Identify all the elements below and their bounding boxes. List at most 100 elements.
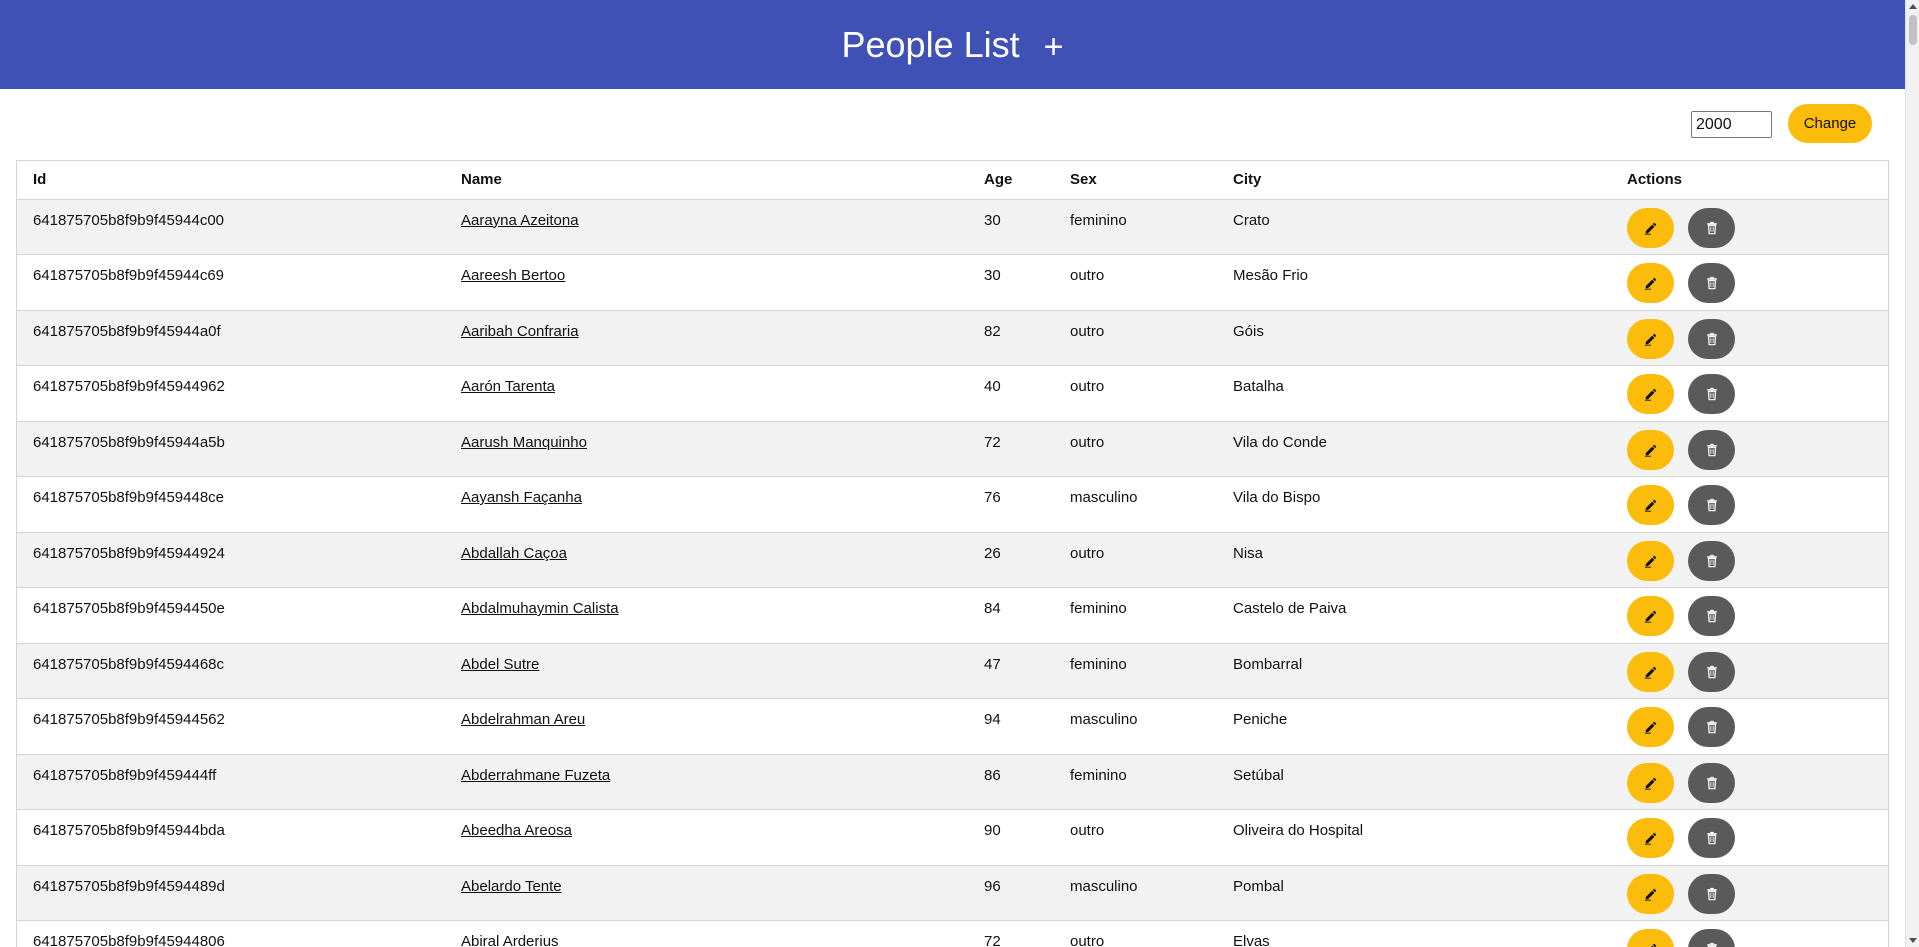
- cell-age: 72: [984, 433, 1001, 451]
- delete-button[interactable]: [1688, 485, 1735, 525]
- delete-button[interactable]: [1688, 318, 1735, 359]
- cell-actions: [1611, 699, 1888, 755]
- person-name-link[interactable]: Aarayna Azeitona: [461, 212, 579, 229]
- cell-name: Abdel Sutre: [445, 643, 968, 699]
- cell-sex: outro: [1070, 433, 1105, 451]
- person-name-link[interactable]: Abdallah Caçoa: [461, 545, 567, 562]
- delete-button[interactable]: [1688, 207, 1735, 248]
- cell-name: Abdallah Caçoa: [445, 532, 968, 588]
- cell-age: 30: [984, 267, 1001, 284]
- person-name-link[interactable]: Abderrahmane Fuzeta: [461, 767, 610, 784]
- cell-id: 641875705b8f9b9f45944bda: [33, 822, 225, 839]
- cell-name: Aarayna Azeitona: [445, 199, 968, 255]
- cell-actions: [1611, 255, 1888, 311]
- delete-button[interactable]: [1688, 651, 1735, 692]
- edit-button[interactable]: [1627, 762, 1674, 803]
- person-name-link[interactable]: Aarón Tarenta: [461, 378, 555, 395]
- delete-button[interactable]: [1688, 374, 1735, 414]
- trash-icon: [1705, 665, 1719, 679]
- trash-icon: [1705, 387, 1719, 401]
- trash-icon: [1705, 498, 1719, 512]
- person-name-link[interactable]: Aarush Manquinho: [461, 434, 587, 451]
- cell-age: 72: [984, 933, 1001, 947]
- table-row: 641875705b8f9b9f45944c69 Aareesh Bertoo 30…: [17, 254, 1888, 311]
- column-header-name: Name: [445, 161, 968, 200]
- edit-button[interactable]: [1627, 873, 1674, 914]
- cell-name: Abeedha Areosa: [445, 810, 968, 866]
- edit-button[interactable]: [1627, 318, 1674, 359]
- scroll-down-arrow-icon[interactable]: [1909, 938, 1917, 943]
- add-person-button[interactable]: +: [1044, 30, 1064, 64]
- edit-button[interactable]: [1627, 651, 1674, 692]
- cell-sex: outro: [1070, 822, 1105, 839]
- controls-bar: Change: [0, 89, 1905, 161]
- scroll-up-arrow-icon[interactable]: [1909, 4, 1917, 9]
- edit-button[interactable]: [1627, 596, 1674, 636]
- edit-button[interactable]: [1627, 818, 1674, 858]
- trash-icon: [1705, 776, 1719, 790]
- person-name-link[interactable]: Aareesh Bertoo: [461, 267, 565, 284]
- person-name-link[interactable]: Abelardo Tente: [461, 878, 562, 895]
- edit-icon: [1644, 554, 1658, 568]
- delete-button[interactable]: [1688, 873, 1735, 914]
- person-name-link[interactable]: Abdel Sutre: [461, 656, 539, 673]
- cell-age: 82: [984, 322, 1001, 340]
- delete-button[interactable]: [1688, 263, 1735, 303]
- edit-icon: [1644, 387, 1658, 401]
- edit-button[interactable]: [1627, 707, 1674, 747]
- cell-city: Setúbal: [1233, 766, 1284, 784]
- table-row: 641875705b8f9b9f459444ff Abderrahmane Fuz…: [17, 754, 1888, 810]
- edit-icon: [1644, 887, 1658, 901]
- delete-button[interactable]: [1688, 429, 1735, 470]
- delete-button[interactable]: [1688, 707, 1735, 747]
- scrollbar-thumb[interactable]: [1909, 15, 1917, 45]
- cell-city: Mesão Frio: [1233, 267, 1309, 284]
- cell-actions: [1611, 643, 1888, 699]
- delete-button[interactable]: [1688, 929, 1735, 947]
- cell-age: 90: [984, 822, 1001, 839]
- cell-id: 641875705b8f9b9f459448ce: [33, 489, 225, 506]
- edit-button[interactable]: [1627, 207, 1674, 248]
- cell-actions: [1611, 921, 1888, 947]
- person-name-link[interactable]: Aayansh Façanha: [461, 489, 582, 506]
- delete-button[interactable]: [1688, 818, 1735, 858]
- cell-age: 96: [984, 877, 1001, 895]
- edit-button[interactable]: [1627, 485, 1674, 525]
- cell-actions: [1611, 421, 1888, 477]
- page-title: People List: [841, 23, 1020, 65]
- vertical-scrollbar[interactable]: [1905, 0, 1919, 947]
- app-header: People List +: [0, 0, 1905, 89]
- table-row: 641875705b8f9b9f45944a5b Aarush Manquinho…: [17, 421, 1888, 477]
- limit-input[interactable]: [1691, 111, 1772, 138]
- edit-button[interactable]: [1627, 429, 1674, 470]
- person-name-link[interactable]: Abeedha Areosa: [461, 822, 572, 839]
- edit-icon: [1644, 720, 1658, 734]
- cell-id: 641875705b8f9b9f459444ff: [33, 766, 217, 784]
- cell-name: Abderrahmane Fuzeta: [445, 754, 968, 810]
- edit-button[interactable]: [1627, 929, 1674, 947]
- cell-city: Peniche: [1233, 711, 1288, 728]
- table-body: 641875705b8f9b9f45944c00 Aarayna Azeitona…: [17, 199, 1888, 947]
- person-name-link[interactable]: Aaribah Confraria: [461, 323, 579, 340]
- delete-button[interactable]: [1688, 540, 1735, 581]
- delete-button[interactable]: [1688, 762, 1735, 803]
- edit-button[interactable]: [1627, 263, 1674, 303]
- person-name-link[interactable]: Abdalmuhaymin Calista: [461, 600, 619, 617]
- table-row: 641875705b8f9b9f45944562 Abdelrahman Areu…: [17, 698, 1888, 755]
- column-header-actions: Actions: [1611, 161, 1888, 200]
- delete-button[interactable]: [1688, 596, 1735, 636]
- cell-actions: [1611, 310, 1888, 366]
- cell-actions: [1611, 477, 1888, 533]
- change-button[interactable]: Change: [1788, 104, 1872, 143]
- edit-icon: [1644, 498, 1658, 512]
- edit-button[interactable]: [1627, 540, 1674, 581]
- table-row: 641875705b8f9b9f45944962 Aarón Tarenta 40 o…: [17, 365, 1888, 421]
- person-name-link[interactable]: Abdelrahman Areu: [461, 711, 585, 728]
- cell-city: Oliveira do Hospital: [1233, 822, 1364, 839]
- person-name-link[interactable]: Abiral Arderius: [461, 933, 559, 947]
- cell-age: 26: [984, 544, 1001, 562]
- table-row: 641875705b8f9b9f45944a0f Aaribah Confrari…: [17, 310, 1888, 366]
- cell-age: 40: [984, 378, 1001, 395]
- edit-button[interactable]: [1627, 374, 1674, 414]
- cell-actions: [1611, 588, 1888, 644]
